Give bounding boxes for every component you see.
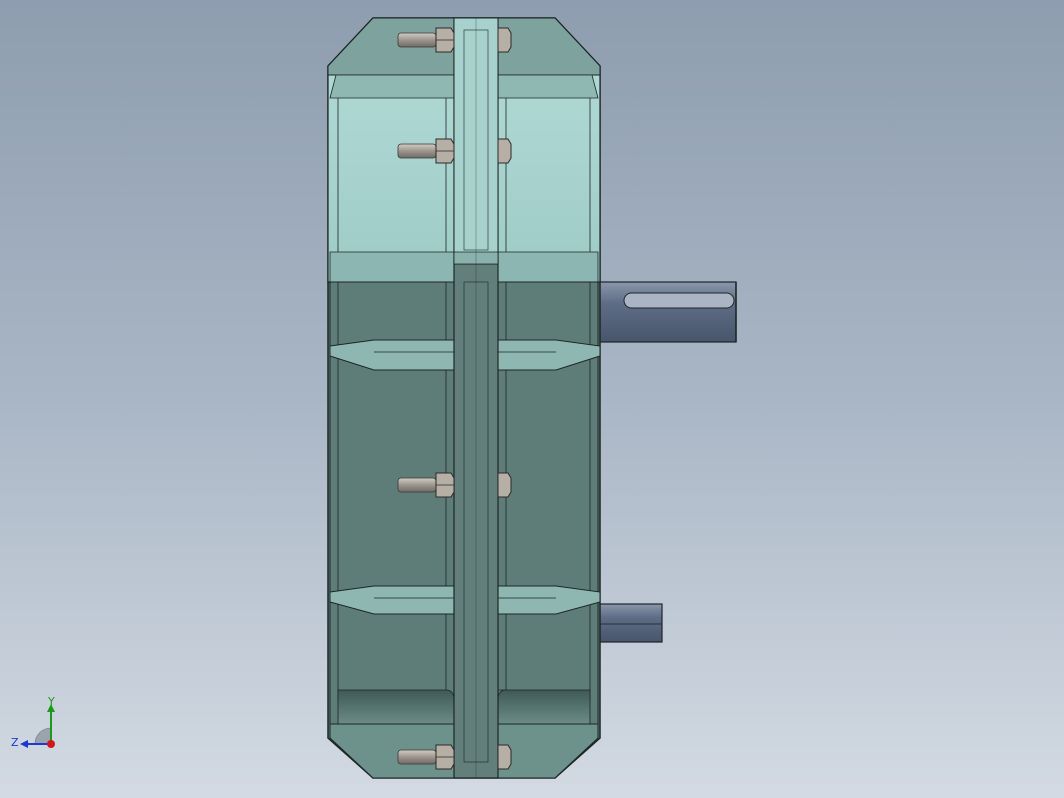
x-axis-dot-icon xyxy=(47,740,55,748)
triad-z-label: Z xyxy=(11,736,19,749)
output-shaft-large[interactable] xyxy=(595,281,737,343)
triad-y-label: Y xyxy=(47,696,55,708)
orientation-triad[interactable]: Y Z xyxy=(8,696,78,766)
split-flange[interactable] xyxy=(453,17,499,779)
cad-viewport[interactable] xyxy=(0,0,1064,798)
output-shaft-small[interactable] xyxy=(595,603,663,643)
